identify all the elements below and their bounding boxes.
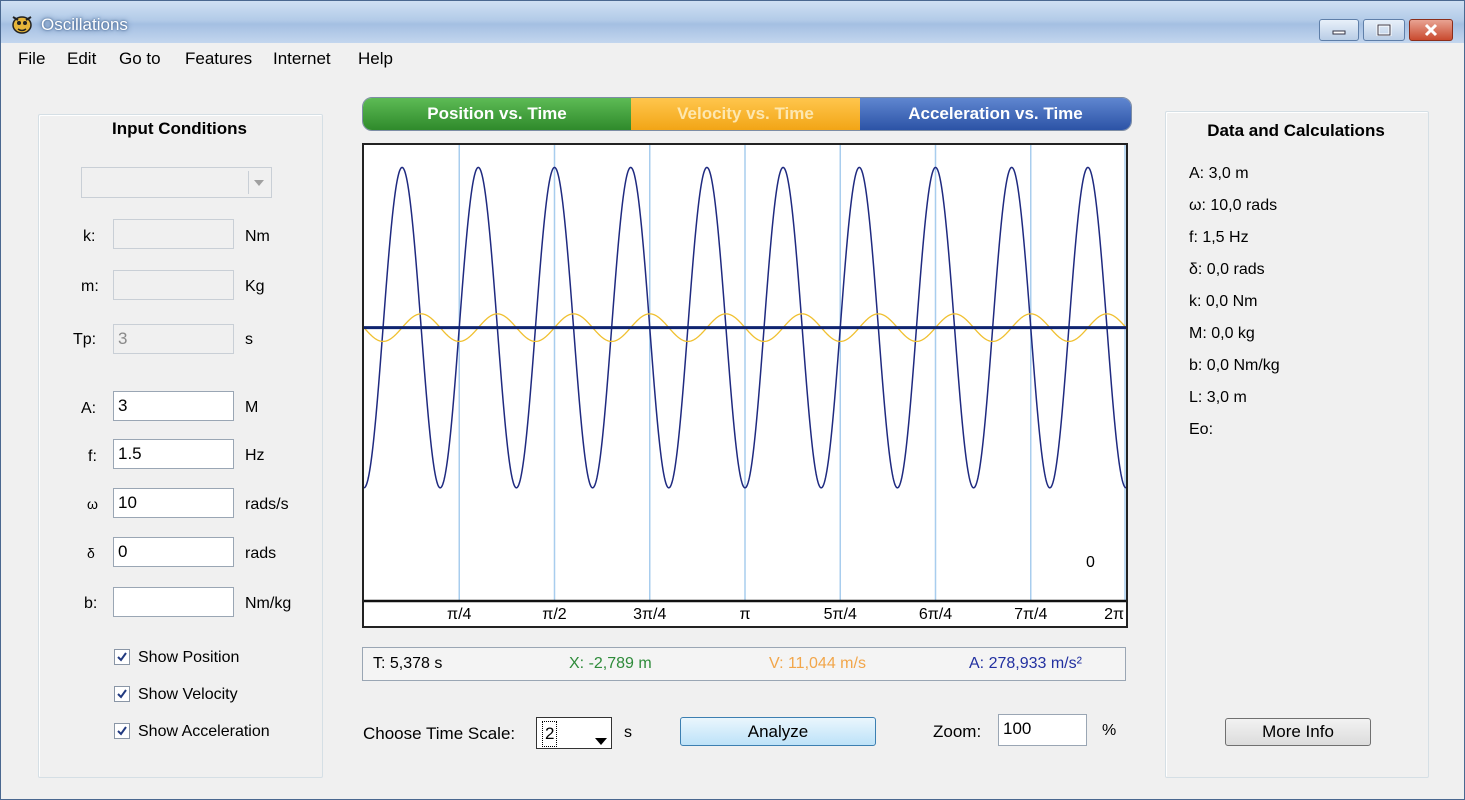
b-unit: Nm/kg (245, 595, 292, 612)
analyze-button[interactable]: Analyze (680, 717, 876, 746)
show-acceleration-label: Show Acceleration (138, 723, 270, 740)
close-button[interactable] (1409, 19, 1453, 41)
velocity-readout: V: 11,044 m/s (769, 655, 866, 672)
x-tick-label: 6π/4 (919, 606, 952, 623)
input-conditions-title: Input Conditions (111, 119, 248, 138)
omega-field[interactable]: 10 (113, 488, 234, 518)
delta-label: δ (87, 545, 95, 561)
acceleration-readout: A: 278,933 m/s² (969, 655, 1082, 672)
graph-tabs: Position vs. Time Velocity vs. Time Acce… (362, 97, 1132, 131)
k-label: k: (83, 228, 96, 245)
a-label: A: (81, 400, 97, 417)
zoom-unit: % (1102, 722, 1117, 739)
zoom-field[interactable]: 100 (998, 714, 1087, 746)
m-unit: Kg (245, 278, 265, 295)
m-field[interactable] (113, 270, 234, 300)
x-tick-label: 7π/4 (1014, 606, 1047, 623)
menu-file[interactable]: File (18, 49, 45, 69)
x-tick-label: 5π/4 (824, 606, 857, 623)
time-scale-value: 2 (542, 721, 558, 747)
tab-position[interactable]: Position vs. Time (363, 98, 631, 130)
position-readout: X: -2,789 m (569, 655, 652, 672)
checkmark-icon (117, 652, 127, 662)
minimize-icon (1332, 30, 1346, 35)
omega-label: ω (87, 496, 98, 512)
corner-value: 0 (1086, 554, 1095, 571)
checkmark-icon (117, 726, 127, 736)
more-info-button[interactable]: More Info (1225, 718, 1371, 746)
data-line-omega: ω: 10,0 rads (1189, 197, 1278, 214)
delta-unit: rads (245, 545, 277, 562)
data-line-k: k: 0,0 Nm (1189, 293, 1258, 310)
chevron-down-icon (595, 729, 607, 753)
show-acceleration-checkbox[interactable] (114, 723, 130, 739)
app-window: Oscillations File Edit Go to Features In… (0, 0, 1465, 800)
oscillation-chart: π/4 π/2 3π/4 π 5π/4 6π/4 7π/4 2π 0 (363, 145, 1127, 623)
title-bar[interactable]: Oscillations (1, 1, 1464, 43)
tp-unit: s (245, 331, 253, 348)
x-tick-label: 3π/4 (633, 606, 666, 623)
data-line-phase: δ: 0,0 rads (1189, 261, 1265, 278)
menu-edit[interactable]: Edit (67, 49, 96, 69)
frequency-field[interactable]: 1.5 (113, 439, 234, 469)
preset-dropdown[interactable] (81, 167, 272, 198)
data-line-amplitude: A: 3,0 m (1189, 165, 1249, 182)
x-tick-label: π/4 (447, 606, 471, 623)
tab-velocity[interactable]: Velocity vs. Time (631, 98, 860, 130)
omega-unit: rads/s (245, 496, 289, 513)
data-calculations-title: Data and Calculations (1207, 121, 1385, 140)
delta-field[interactable]: 0 (113, 537, 234, 567)
x-tick-label: 2π (1104, 606, 1124, 623)
k-unit: Nm (245, 228, 270, 245)
menu-internet[interactable]: Internet (273, 49, 331, 69)
tp-field[interactable]: 3 (113, 324, 234, 354)
time-scale-select[interactable]: 2 (536, 717, 612, 749)
data-line-length: L: 3,0 m (1189, 389, 1247, 406)
maximize-button[interactable] (1363, 19, 1405, 41)
tab-acceleration[interactable]: Acceleration vs. Time (860, 98, 1131, 130)
m-label: m: (81, 278, 99, 295)
data-line-frequency: f: 1,5 Hz (1189, 229, 1249, 246)
checkmark-icon (117, 689, 127, 699)
time-readout: T: 5,378 s (373, 655, 443, 672)
b-label: b: (84, 595, 98, 612)
chevron-down-icon (248, 171, 269, 194)
show-velocity-label: Show Velocity (138, 686, 238, 703)
zoom-label: Zoom: (933, 722, 982, 741)
a-unit: M (245, 399, 259, 416)
x-tick-label: π/2 (542, 606, 566, 623)
menu-go-to[interactable]: Go to (119, 49, 161, 69)
damping-field[interactable] (113, 587, 234, 617)
window-title: Oscillations (41, 15, 128, 34)
show-position-label: Show Position (138, 649, 240, 666)
menu-features[interactable]: Features (185, 49, 252, 69)
menu-help[interactable]: Help (358, 49, 393, 69)
minimize-button[interactable] (1319, 19, 1359, 41)
data-line-damping: b: 0,0 Nm/kg (1189, 357, 1280, 374)
f-unit: Hz (245, 447, 265, 464)
restore-icon (1376, 24, 1392, 36)
amplitude-field[interactable]: 3 (113, 391, 234, 421)
close-icon (1424, 23, 1438, 37)
time-scale-label: Choose Time Scale: (363, 724, 516, 743)
menu-bar: File Edit Go to Features Internet Help (1, 43, 1464, 75)
data-line-mass: M: 0,0 kg (1189, 325, 1255, 342)
show-position-checkbox[interactable] (114, 649, 130, 665)
tp-label: Tp: (73, 331, 97, 348)
app-logo-icon (9, 11, 35, 35)
f-label: f: (88, 448, 97, 465)
k-field[interactable] (113, 219, 234, 249)
graph-area[interactable]: π/4 π/2 3π/4 π 5π/4 6π/4 7π/4 2π 0 (362, 143, 1128, 628)
readout-bar: T: 5,378 s X: -2,789 m V: 11,044 m/s A: … (362, 647, 1126, 681)
data-line-energy: Eo: (1189, 421, 1214, 438)
x-tick-label: π (739, 606, 750, 623)
show-velocity-checkbox[interactable] (114, 686, 130, 702)
time-scale-unit: s (624, 724, 632, 741)
